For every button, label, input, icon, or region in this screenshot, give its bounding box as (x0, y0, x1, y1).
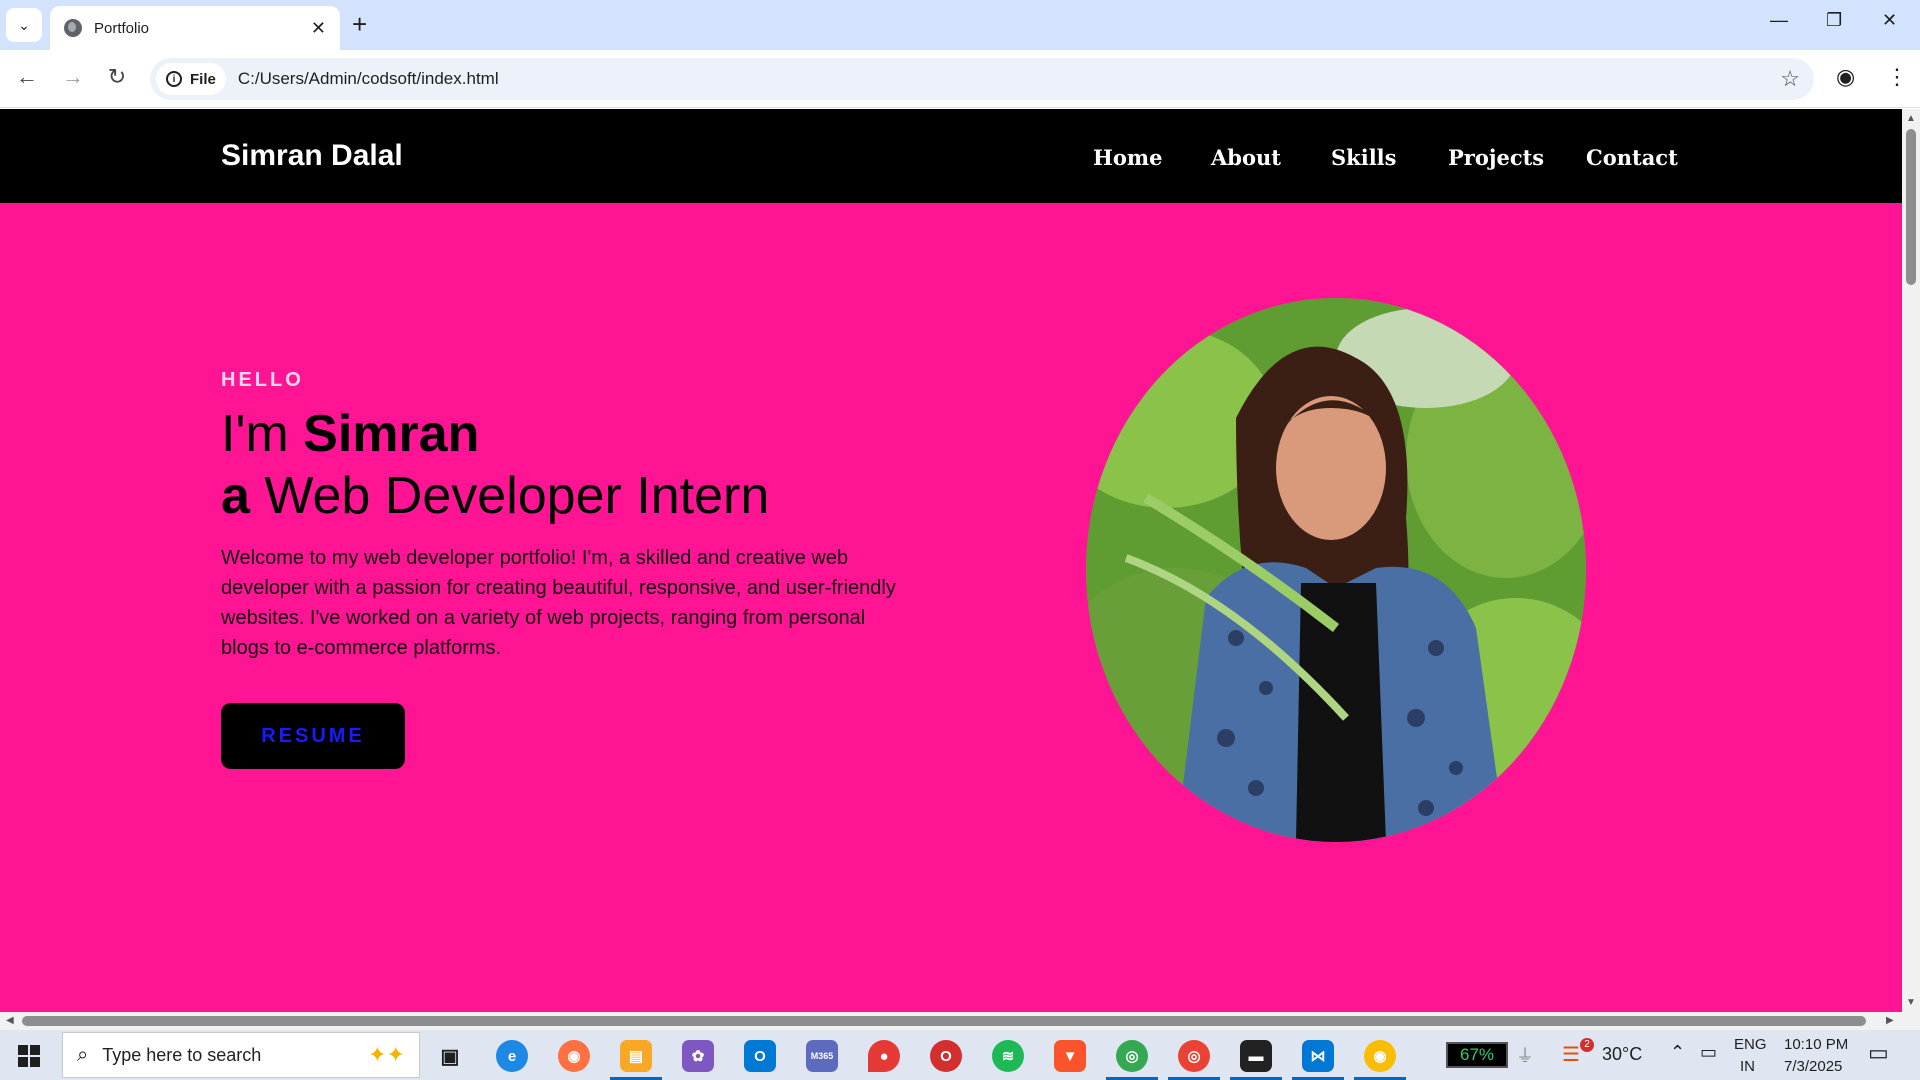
info-icon: i (166, 71, 182, 87)
windows-start-icon[interactable] (18, 1045, 40, 1067)
weather-icon[interactable]: ☰ (1562, 1042, 1580, 1067)
language-bottom[interactable]: IN (1740, 1058, 1755, 1075)
scroll-right-icon[interactable]: ▶ (1886, 1015, 1894, 1026)
firefox-icon[interactable]: ◉ (558, 1040, 590, 1072)
scroll-down-icon[interactable]: ▼ (1906, 997, 1916, 1008)
m365-icon[interactable]: M365 (806, 1040, 838, 1072)
language-top[interactable]: ENG (1734, 1036, 1767, 1053)
tab-search-dropdown-icon[interactable]: ⌄ (6, 8, 42, 42)
site-info-chip[interactable]: i File (156, 63, 226, 95)
forward-icon[interactable]: → (58, 64, 88, 90)
chrome-profile-2-icon[interactable]: ◎ (1178, 1040, 1210, 1072)
brave-icon[interactable]: ▼ (1054, 1040, 1086, 1072)
chrome-icon[interactable]: ◉ (1364, 1040, 1396, 1072)
outlook-icon[interactable]: O (744, 1040, 776, 1072)
globe-icon (64, 19, 82, 37)
clock-date[interactable]: 7/3/2025 (1784, 1058, 1842, 1075)
nav-home[interactable]: Home (1093, 145, 1162, 170)
profile-icon[interactable]: ◉ (1836, 64, 1855, 90)
task-view-icon[interactable]: ▣ (434, 1040, 466, 1072)
terminal-icon[interactable]: ▬ (1240, 1040, 1272, 1072)
browser-tab-bar: ⌄ Portfolio ✕ + — ❐ ✕ (0, 0, 1920, 50)
copilot-icon[interactable]: ✿ (682, 1040, 714, 1072)
clock-time[interactable]: 10:10 PM (1784, 1036, 1848, 1053)
nav-contact[interactable]: Contact (1586, 145, 1678, 170)
url-text[interactable]: C:/Users/Admin/codsoft/index.html (238, 69, 499, 89)
headline-prefix: I'm (221, 405, 304, 463)
close-tab-icon[interactable]: ✕ (311, 18, 326, 39)
minimize-icon[interactable]: — (1770, 10, 1788, 31)
new-tab-button[interactable]: + (352, 10, 367, 38)
taskbar-search-box[interactable]: ⌕ Type here to search ✦✦ (62, 1032, 420, 1078)
notifications-icon[interactable]: ▭ (1868, 1040, 1889, 1066)
site-logo[interactable]: Simran Dalal (221, 139, 403, 173)
maps-pin-icon[interactable]: ● (868, 1040, 900, 1072)
taskbar-search-placeholder: Type here to search (102, 1044, 262, 1065)
search-icon: ⌕ (77, 1043, 89, 1066)
browser-toolbar: ← → ↻ i File C:/Users/Admin/codsoft/inde… (0, 50, 1920, 108)
page-viewport: Simran Dalal Home About Skills Projects … (0, 109, 1902, 1012)
hero-intro: Welcome to my web developer portfolio! I… (221, 547, 896, 659)
close-window-icon[interactable]: ✕ (1882, 10, 1897, 31)
windows-taskbar: ⌕ Type here to search ✦✦ ▣ e ◉ ▤ ✿ O M36… (0, 1030, 1920, 1080)
horizontal-scrollbar[interactable]: ◀ ▶ (0, 1012, 1920, 1030)
plug-icon: ⏚ (1516, 1046, 1534, 1066)
vertical-scrollbar[interactable]: ▲ ▼ (1902, 109, 1920, 1012)
headline-role: Web Developer Intern (249, 467, 770, 525)
browser-tab[interactable]: Portfolio ✕ (50, 6, 340, 50)
site-info-label: File (190, 70, 216, 88)
resume-button[interactable]: RESUME (221, 703, 405, 769)
bookmark-star-icon[interactable]: ☆ (1780, 66, 1800, 92)
back-icon[interactable]: ← (12, 64, 42, 90)
reload-icon[interactable]: ↻ (102, 64, 132, 90)
battery-icon[interactable]: ▭ (1700, 1042, 1717, 1063)
weather-badge: 2 (1580, 1038, 1594, 1052)
menu-kebab-icon[interactable]: ⋮ (1886, 64, 1908, 90)
hero-eyebrow: HELLO (221, 369, 304, 391)
battery-meter[interactable]: 67% (1446, 1042, 1508, 1068)
nav-about[interactable]: About (1211, 145, 1281, 170)
scroll-up-icon[interactable]: ▲ (1906, 113, 1916, 124)
tab-title: Portfolio (94, 19, 150, 37)
spotify-icon[interactable]: ≋ (992, 1040, 1024, 1072)
copilot-sparkle-icon: ✦✦ (368, 1042, 405, 1067)
temperature[interactable]: 30°C (1602, 1044, 1642, 1065)
hero-headline: I'm Simran a Web Developer Intern (221, 403, 769, 527)
site-navbar: Simran Dalal Home About Skills Projects … (0, 109, 1902, 203)
restore-icon[interactable]: ❐ (1826, 10, 1842, 31)
headline-name: Simran (303, 405, 480, 463)
address-bar[interactable]: i File C:/Users/Admin/codsoft/index.html… (150, 58, 1814, 100)
chrome-profile-1-icon[interactable]: ◎ (1116, 1040, 1148, 1072)
nav-skills[interactable]: Skills (1331, 145, 1396, 170)
nav-projects[interactable]: Projects (1448, 145, 1544, 170)
vertical-scroll-thumb[interactable] (1906, 129, 1916, 285)
headline-article: a (221, 467, 250, 525)
tray-chevron-icon[interactable]: ⌃ (1670, 1042, 1685, 1063)
file-explorer-icon[interactable]: ▤ (620, 1040, 652, 1072)
opera-icon[interactable]: O (930, 1040, 962, 1072)
vscode-icon[interactable]: ⋈ (1302, 1040, 1334, 1072)
edge-icon[interactable]: e (496, 1040, 528, 1072)
profile-photo (1086, 298, 1586, 842)
horizontal-scroll-thumb[interactable] (22, 1016, 1866, 1026)
profile-photo-illustration (1086, 298, 1586, 842)
scroll-left-icon[interactable]: ◀ (6, 1015, 14, 1026)
